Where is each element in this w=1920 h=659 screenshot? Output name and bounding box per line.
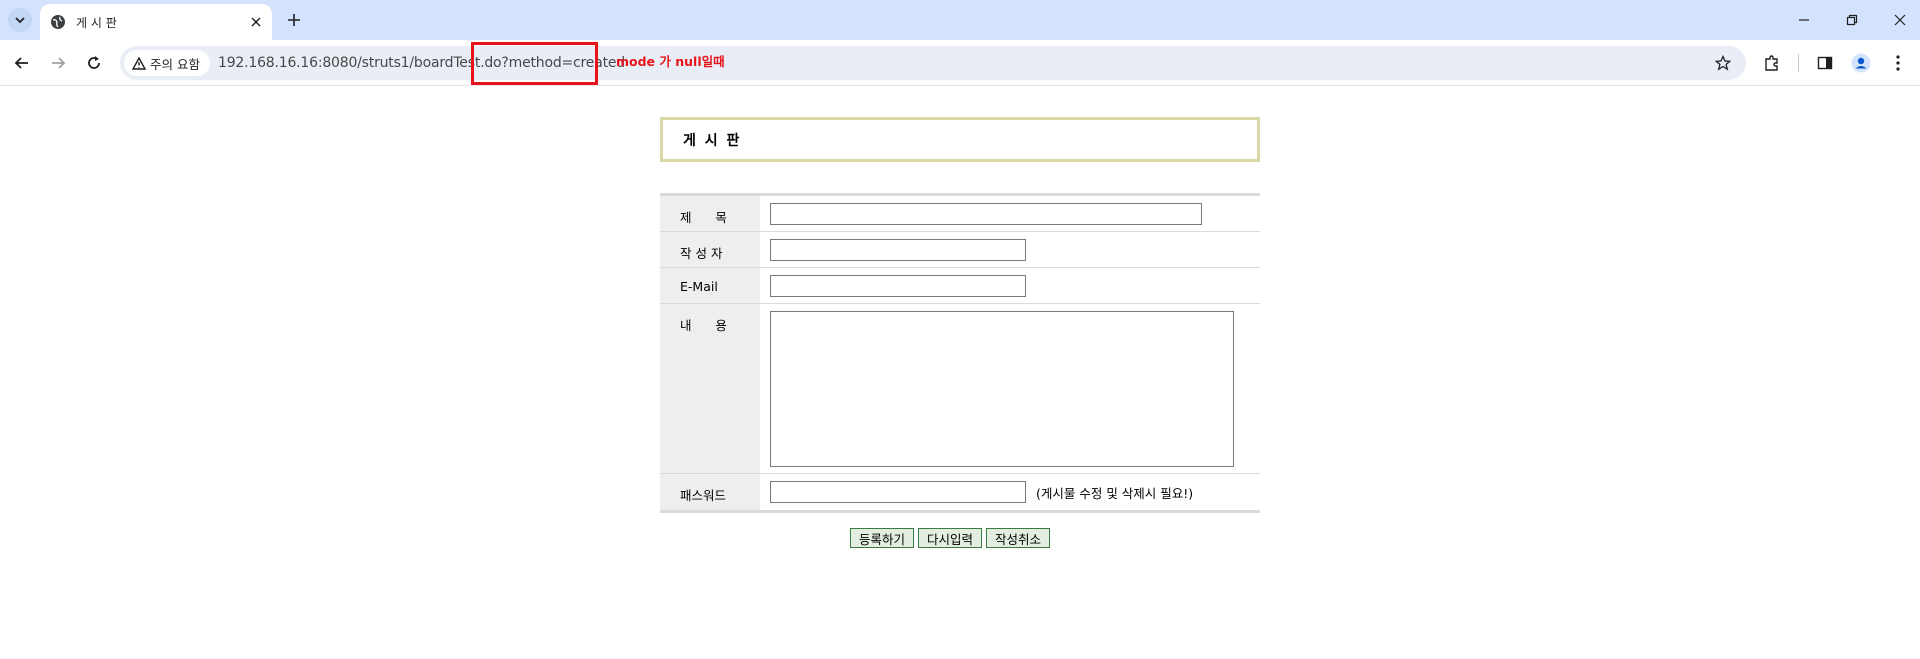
- content-label: 내 용: [660, 304, 760, 473]
- minimize-icon: [1799, 19, 1809, 21]
- plus-icon: [288, 14, 300, 26]
- email-cell: [760, 268, 1260, 303]
- toolbar-divider: [1798, 54, 1799, 72]
- subject-cell: [760, 196, 1260, 231]
- tab-search-button[interactable]: [8, 8, 32, 32]
- reload-button[interactable]: [80, 49, 108, 77]
- back-button[interactable]: [8, 49, 36, 77]
- globe-icon: [50, 14, 66, 30]
- close-window-button[interactable]: [1876, 0, 1920, 40]
- menu-kebab-icon[interactable]: [1886, 51, 1910, 75]
- author-row: 작 성 자: [660, 232, 1260, 268]
- password-input[interactable]: [770, 481, 1026, 503]
- subject-label: 제 목: [660, 196, 760, 231]
- content-row: 내 용: [660, 304, 1260, 474]
- email-row: E-Mail: [660, 268, 1260, 304]
- write-form: 제 목 작 성 자 E-Mail 내 용 패스워드 (게시물 수정 및 삭제시 …: [660, 193, 1260, 513]
- password-row: 패스워드 (게시물 수정 및 삭제시 필요!): [660, 474, 1260, 510]
- annotation-note: mode 가 null일때: [616, 54, 725, 69]
- form-buttons: 등록하기 다시입력 작성취소: [850, 528, 1051, 548]
- warning-triangle-icon: [132, 56, 146, 70]
- browser-toolbar: 주의 요함 192.168.16.16:8080/struts1/boardTe…: [0, 40, 1920, 86]
- close-icon[interactable]: [246, 12, 266, 32]
- email-label: E-Mail: [660, 268, 760, 303]
- profile-avatar-icon[interactable]: [1849, 51, 1873, 75]
- subject-row: 제 목: [660, 196, 1260, 232]
- tab-title: 게 시 판: [76, 15, 117, 30]
- side-panel-icon[interactable]: [1813, 51, 1837, 75]
- restore-button[interactable]: [1828, 0, 1876, 40]
- security-label: 주의 요함: [150, 56, 200, 72]
- board-header: 게 시 판: [660, 117, 1260, 162]
- email-input[interactable]: [770, 274, 1026, 297]
- chevron-down-icon: [15, 17, 25, 24]
- annotation-highlight-box: [471, 42, 598, 85]
- subject-input[interactable]: [770, 202, 1202, 225]
- board-title: 게 시 판: [683, 132, 742, 149]
- reset-button[interactable]: 다시입력: [918, 528, 983, 548]
- new-tab-button[interactable]: [282, 8, 306, 32]
- cancel-button[interactable]: 작성취소: [986, 528, 1051, 548]
- close-icon: [1894, 14, 1906, 26]
- arrow-right-icon: [52, 57, 66, 69]
- author-input[interactable]: [770, 238, 1026, 261]
- submit-button[interactable]: 등록하기: [850, 528, 915, 548]
- security-chip[interactable]: 주의 요함: [124, 50, 210, 76]
- tab-strip: 게 시 판: [0, 0, 1920, 40]
- bookmark-star-icon[interactable]: [1712, 52, 1734, 74]
- browser-tab[interactable]: 게 시 판: [40, 4, 272, 40]
- content-textarea[interactable]: [770, 311, 1234, 467]
- extensions-icon[interactable]: [1760, 51, 1784, 75]
- author-cell: [760, 232, 1260, 267]
- reload-icon: [88, 56, 100, 69]
- address-bar[interactable]: 주의 요함 192.168.16.16:8080/struts1/boardTe…: [120, 46, 1746, 80]
- forward-button[interactable]: [44, 49, 72, 77]
- password-hint: (게시물 수정 및 삭제시 필요!): [1036, 485, 1194, 501]
- content-cell: [760, 304, 1260, 473]
- restore-icon: [1846, 14, 1858, 26]
- arrow-left-icon: [14, 57, 28, 69]
- password-cell: (게시물 수정 및 삭제시 필요!): [760, 474, 1260, 510]
- author-label: 작 성 자: [660, 232, 760, 267]
- minimize-button[interactable]: [1780, 0, 1828, 40]
- password-label: 패스워드: [660, 474, 760, 510]
